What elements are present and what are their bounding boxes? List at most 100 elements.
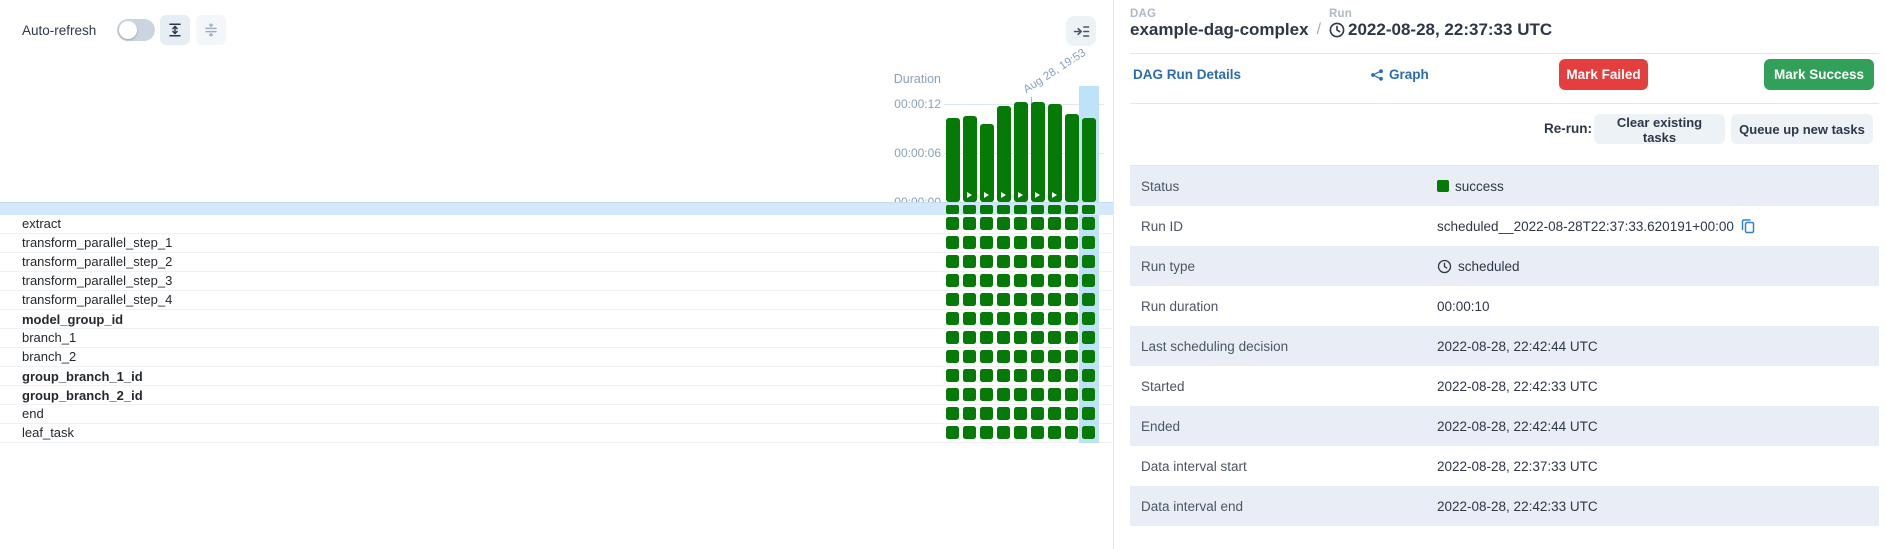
copy-icon[interactable] [1740,218,1756,234]
task-instance-square[interactable] [1082,217,1095,230]
task-instance-square[interactable] [946,274,959,287]
task-instance-square[interactable] [1048,293,1061,306]
task-label[interactable]: transform_parallel_step_4 [22,291,172,309]
task-instance-square[interactable] [1031,236,1044,249]
task-instance-square[interactable] [1065,255,1078,268]
task-instance-square[interactable] [997,255,1010,268]
task-instance-square[interactable] [1082,293,1095,306]
duration-bar[interactable] [1048,104,1062,202]
task-label[interactable]: leaf_task [22,424,74,442]
mark-success-button[interactable]: Mark Success [1764,59,1874,90]
task-instance-square[interactable] [1048,331,1061,344]
collapse-groups-button[interactable] [196,15,226,45]
task-instance-square[interactable] [1082,407,1095,420]
task-instance-square[interactable] [997,312,1010,325]
task-instance-square[interactable] [946,312,959,325]
task-instance-square[interactable] [946,217,959,230]
task-instance-square[interactable] [946,388,959,401]
task-instance-square[interactable] [1048,369,1061,382]
queue-up-new-tasks-button[interactable]: Queue up new tasks [1731,114,1873,144]
task-label[interactable]: transform_parallel_step_3 [22,272,172,290]
task-instance-square[interactable] [1082,274,1095,287]
task-instance-square[interactable] [963,293,976,306]
task-instance-square[interactable] [1014,255,1027,268]
task-instance-square[interactable] [963,312,976,325]
task-instance-square[interactable] [1031,369,1044,382]
auto-refresh-toggle[interactable] [117,19,155,41]
task-instance-square[interactable] [1031,274,1044,287]
task-instance-square[interactable] [997,426,1010,439]
task-instance-square[interactable] [1065,407,1078,420]
task-instance-square[interactable] [1014,350,1027,363]
task-instance-square[interactable] [997,407,1010,420]
task-instance-square[interactable] [1065,236,1078,249]
task-instance-square[interactable] [997,293,1010,306]
run-state-square[interactable] [1082,205,1095,214]
duration-bar[interactable] [946,118,960,202]
run-state-square[interactable] [980,205,993,214]
task-label[interactable]: branch_1 [22,329,76,347]
task-instance-square[interactable] [980,217,993,230]
task-instance-square[interactable] [963,369,976,382]
task-instance-square[interactable] [1082,388,1095,401]
task-instance-square[interactable] [1014,236,1027,249]
task-instance-square[interactable] [1014,388,1027,401]
task-instance-square[interactable] [946,350,959,363]
task-instance-square[interactable] [946,331,959,344]
task-instance-square[interactable] [1065,350,1078,363]
task-label[interactable]: end [22,405,44,423]
task-instance-square[interactable] [1048,255,1061,268]
task-instance-square[interactable] [980,407,993,420]
task-instance-square[interactable] [1048,274,1061,287]
task-instance-square[interactable] [946,255,959,268]
task-instance-square[interactable] [1014,426,1027,439]
task-instance-square[interactable] [1065,388,1078,401]
task-instance-square[interactable] [1031,217,1044,230]
expand-groups-button[interactable] [160,15,190,45]
task-instance-square[interactable] [1048,236,1061,249]
run-state-square[interactable] [1065,205,1078,214]
duration-bar[interactable] [1065,114,1079,202]
task-instance-square[interactable] [1082,255,1095,268]
task-instance-square[interactable] [980,350,993,363]
task-instance-square[interactable] [963,255,976,268]
task-instance-square[interactable] [1048,388,1061,401]
task-instance-square[interactable] [963,331,976,344]
task-instance-square[interactable] [963,388,976,401]
dag-name[interactable]: example-dag-complex [1130,20,1309,40]
task-label[interactable]: transform_parallel_step_1 [22,234,172,252]
task-instance-square[interactable] [963,426,976,439]
toggle-details-panel-button[interactable] [1066,16,1096,46]
task-instance-square[interactable] [946,236,959,249]
task-instance-square[interactable] [1065,312,1078,325]
task-instance-square[interactable] [997,217,1010,230]
task-instance-square[interactable] [963,236,976,249]
clear-existing-tasks-button[interactable]: Clear existing tasks [1594,114,1725,144]
task-instance-square[interactable] [1082,350,1095,363]
task-instance-square[interactable] [1065,426,1078,439]
run-state-square[interactable] [946,205,959,214]
task-instance-square[interactable] [1031,388,1044,401]
task-instance-square[interactable] [1031,331,1044,344]
duration-bar[interactable] [963,116,977,202]
task-instance-square[interactable] [1065,369,1078,382]
run-state-square[interactable] [1048,205,1061,214]
task-instance-square[interactable] [1031,293,1044,306]
task-instance-square[interactable] [997,274,1010,287]
task-instance-square[interactable] [1014,331,1027,344]
task-instance-square[interactable] [1031,426,1044,439]
task-instance-square[interactable] [1031,312,1044,325]
task-instance-square[interactable] [1065,293,1078,306]
task-instance-square[interactable] [946,426,959,439]
task-instance-square[interactable] [946,407,959,420]
task-instance-square[interactable] [946,369,959,382]
task-instance-square[interactable] [1048,350,1061,363]
task-instance-square[interactable] [1048,426,1061,439]
task-instance-square[interactable] [980,369,993,382]
run-state-square[interactable] [1031,205,1044,214]
task-instance-square[interactable] [980,255,993,268]
run-state-square[interactable] [997,205,1010,214]
task-instance-square[interactable] [1082,369,1095,382]
duration-bar[interactable] [980,124,994,202]
task-instance-square[interactable] [980,293,993,306]
